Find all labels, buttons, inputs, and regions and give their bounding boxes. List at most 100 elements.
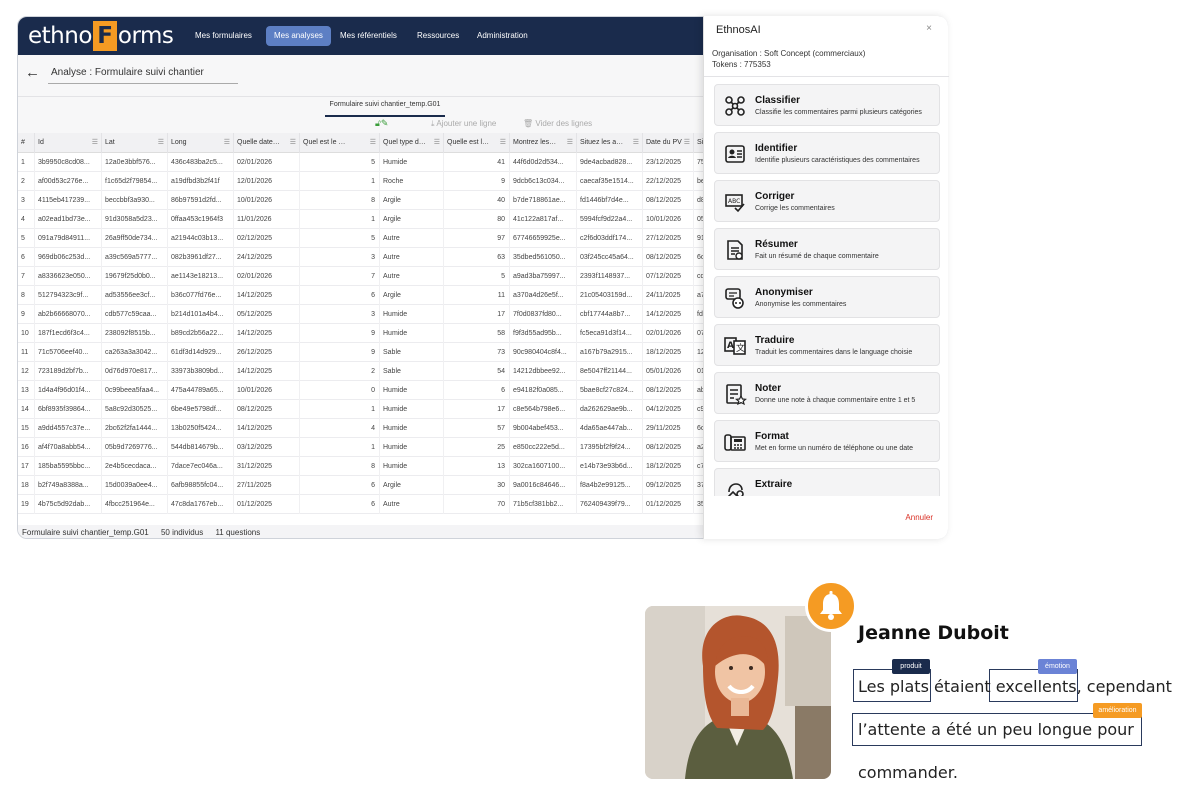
table-cell[interactable]: 27/12/2025 bbox=[643, 229, 694, 248]
filter-icon[interactable]: ☰ bbox=[434, 133, 440, 153]
table-cell[interactable]: a9ad3ba75997... bbox=[510, 267, 577, 286]
column-header[interactable]: Montrez les… ☰ bbox=[510, 133, 577, 153]
table-cell[interactable]: ab2b66668070... bbox=[35, 305, 102, 324]
filter-icon[interactable]: ☰ bbox=[158, 133, 164, 153]
table-cell[interactable]: 6 bbox=[18, 248, 35, 267]
clear-rows-button[interactable]: 🗑︎ Vider des lignes bbox=[523, 119, 592, 128]
table-cell[interactable]: 17 bbox=[444, 305, 510, 324]
table-cell[interactable]: 7f0d0837fd80... bbox=[510, 305, 577, 324]
ai-action-identifier[interactable]: Identifier Identifie plusieurs caractéris… bbox=[714, 132, 940, 174]
table-cell[interactable]: 41c122a817af... bbox=[510, 210, 577, 229]
ai-action-classifier[interactable]: Classifier Classifie les commentaires par… bbox=[714, 84, 940, 126]
table-cell[interactable]: 4b75c5d92dab... bbox=[35, 495, 102, 514]
table-cell[interactable]: 9dcb6c13c034... bbox=[510, 172, 577, 191]
table-cell[interactable]: 14212dbbee92... bbox=[510, 362, 577, 381]
table-cell[interactable]: 14/12/2025 bbox=[643, 305, 694, 324]
table-cell[interactable]: 5bae8cf27c824... bbox=[577, 381, 643, 400]
table-cell[interactable]: 23/12/2025 bbox=[643, 153, 694, 172]
table-cell[interactable]: 73 bbox=[444, 343, 510, 362]
table-cell[interactable]: c2f6d03ddf174... bbox=[577, 229, 643, 248]
table-cell[interactable]: af4f70a8abb54... bbox=[35, 438, 102, 457]
table-cell[interactable]: b7de718861ae... bbox=[510, 191, 577, 210]
table-cell[interactable]: fd1446bf7d4e... bbox=[577, 191, 643, 210]
table-cell[interactable]: 61df3d14d929... bbox=[168, 343, 234, 362]
filter-icon[interactable]: ☰ bbox=[290, 133, 296, 153]
table-cell[interactable]: 1 bbox=[300, 400, 380, 419]
table-cell[interactable]: 6 bbox=[300, 286, 380, 305]
table-cell[interactable]: cdb577c59caa... bbox=[102, 305, 168, 324]
filter-icon[interactable]: ☰ bbox=[370, 133, 376, 153]
ai-action-rsumer[interactable]: Résumer Fait un résumé de chaque commenta… bbox=[714, 228, 940, 270]
table-cell[interactable]: 8 bbox=[300, 191, 380, 210]
cancel-button[interactable]: Annuler bbox=[905, 513, 933, 522]
table-cell[interactable]: 14/12/2025 bbox=[234, 324, 300, 343]
table-cell[interactable]: 3b9950c8cd08... bbox=[35, 153, 102, 172]
table-cell[interactable]: 21c05403159d... bbox=[577, 286, 643, 305]
table-cell[interactable]: Argile bbox=[380, 476, 444, 495]
table-cell[interactable]: 08/12/2025 bbox=[643, 381, 694, 400]
table-cell[interactable]: ad53556ee3cf... bbox=[102, 286, 168, 305]
tag-emotion[interactable]: émotion bbox=[1038, 659, 1077, 674]
table-cell[interactable]: b36c077fd76e... bbox=[168, 286, 234, 305]
table-cell[interactable]: 18 bbox=[18, 476, 35, 495]
ai-action-anonymiser[interactable]: Anonymiser Anonymise les commentaires bbox=[714, 276, 940, 318]
table-cell[interactable]: 7 bbox=[300, 267, 380, 286]
filter-icon[interactable]: ☰ bbox=[684, 133, 690, 153]
page-title[interactable]: Analyse : Formulaire suivi chantier bbox=[48, 62, 238, 84]
nav-ressources[interactable]: Ressources bbox=[417, 26, 459, 46]
column-header[interactable]: Long ☰ bbox=[168, 133, 234, 153]
table-cell[interactable]: 91d3058a5d23... bbox=[102, 210, 168, 229]
table-cell[interactable]: Humide bbox=[380, 153, 444, 172]
table-cell[interactable]: 80 bbox=[444, 210, 510, 229]
table-cell[interactable]: 04/12/2025 bbox=[643, 400, 694, 419]
table-cell[interactable]: 0d76d970e817... bbox=[102, 362, 168, 381]
filter-icon[interactable]: ☰ bbox=[500, 133, 506, 153]
table-cell[interactable]: b89cd2b56a22... bbox=[168, 324, 234, 343]
table-cell[interactable]: b2f749a8388a... bbox=[35, 476, 102, 495]
table-cell[interactable]: 17395bf2f9f24... bbox=[577, 438, 643, 457]
table-cell[interactable]: 6 bbox=[444, 381, 510, 400]
filter-icon[interactable]: ☰ bbox=[633, 133, 639, 153]
table-cell[interactable]: caecaf35e1514... bbox=[577, 172, 643, 191]
table-cell[interactable]: 08/12/2025 bbox=[643, 191, 694, 210]
table-cell[interactable]: 22/12/2025 bbox=[643, 172, 694, 191]
table-cell[interactable]: 5994fcf9d22a4... bbox=[577, 210, 643, 229]
table-cell[interactable]: 10 bbox=[18, 324, 35, 343]
table-cell[interactable]: Argile bbox=[380, 191, 444, 210]
table-cell[interactable]: 5 bbox=[444, 267, 510, 286]
tag-produit[interactable]: produit bbox=[892, 659, 930, 674]
table-cell[interactable]: 24/12/2025 bbox=[234, 248, 300, 267]
table-cell[interactable]: 71b5cf381bb2... bbox=[510, 495, 577, 514]
table-cell[interactable]: 9de4acbad828... bbox=[577, 153, 643, 172]
table-cell[interactable]: 14/12/2025 bbox=[234, 419, 300, 438]
table-cell[interactable]: 4 bbox=[18, 210, 35, 229]
table-cell[interactable]: 02/01/2026 bbox=[643, 324, 694, 343]
table-cell[interactable]: 03/12/2025 bbox=[234, 438, 300, 457]
table-cell[interactable]: 9 bbox=[18, 305, 35, 324]
table-cell[interactable]: 9a0016c84646... bbox=[510, 476, 577, 495]
table-cell[interactable]: a370a4d26e5f... bbox=[510, 286, 577, 305]
table-cell[interactable]: 63 bbox=[444, 248, 510, 267]
add-row-button[interactable]: ⤓ Ajouter une ligne bbox=[431, 119, 496, 129]
table-cell[interactable]: 512794323c9f... bbox=[35, 286, 102, 305]
table-cell[interactable]: 35dbed561050... bbox=[510, 248, 577, 267]
table-cell[interactable]: 2e4b5cecdaca... bbox=[102, 457, 168, 476]
table-cell[interactable]: Autre bbox=[380, 267, 444, 286]
table-cell[interactable]: 25 bbox=[444, 438, 510, 457]
table-cell[interactable]: 9 bbox=[300, 343, 380, 362]
table-cell[interactable]: af00d53c276e... bbox=[35, 172, 102, 191]
table-cell[interactable]: 2393f1148937... bbox=[577, 267, 643, 286]
table-cell[interactable]: 31/12/2025 bbox=[234, 457, 300, 476]
table-cell[interactable]: 11/01/2026 bbox=[234, 210, 300, 229]
column-header[interactable]: Lat ☰ bbox=[102, 133, 168, 153]
table-cell[interactable]: 71c5706eef40... bbox=[35, 343, 102, 362]
table-cell[interactable]: Humide bbox=[380, 419, 444, 438]
column-header[interactable]: Id ☰ bbox=[35, 133, 102, 153]
table-cell[interactable]: 9 bbox=[444, 172, 510, 191]
table-cell[interactable]: 3 bbox=[300, 248, 380, 267]
table-cell[interactable]: 0c99beea5faa4... bbox=[102, 381, 168, 400]
table-cell[interactable]: ae1143e18213... bbox=[168, 267, 234, 286]
close-icon[interactable]: × bbox=[926, 23, 932, 34]
table-cell[interactable]: 5a8c92d30525... bbox=[102, 400, 168, 419]
table-cell[interactable]: 18/12/2025 bbox=[643, 343, 694, 362]
